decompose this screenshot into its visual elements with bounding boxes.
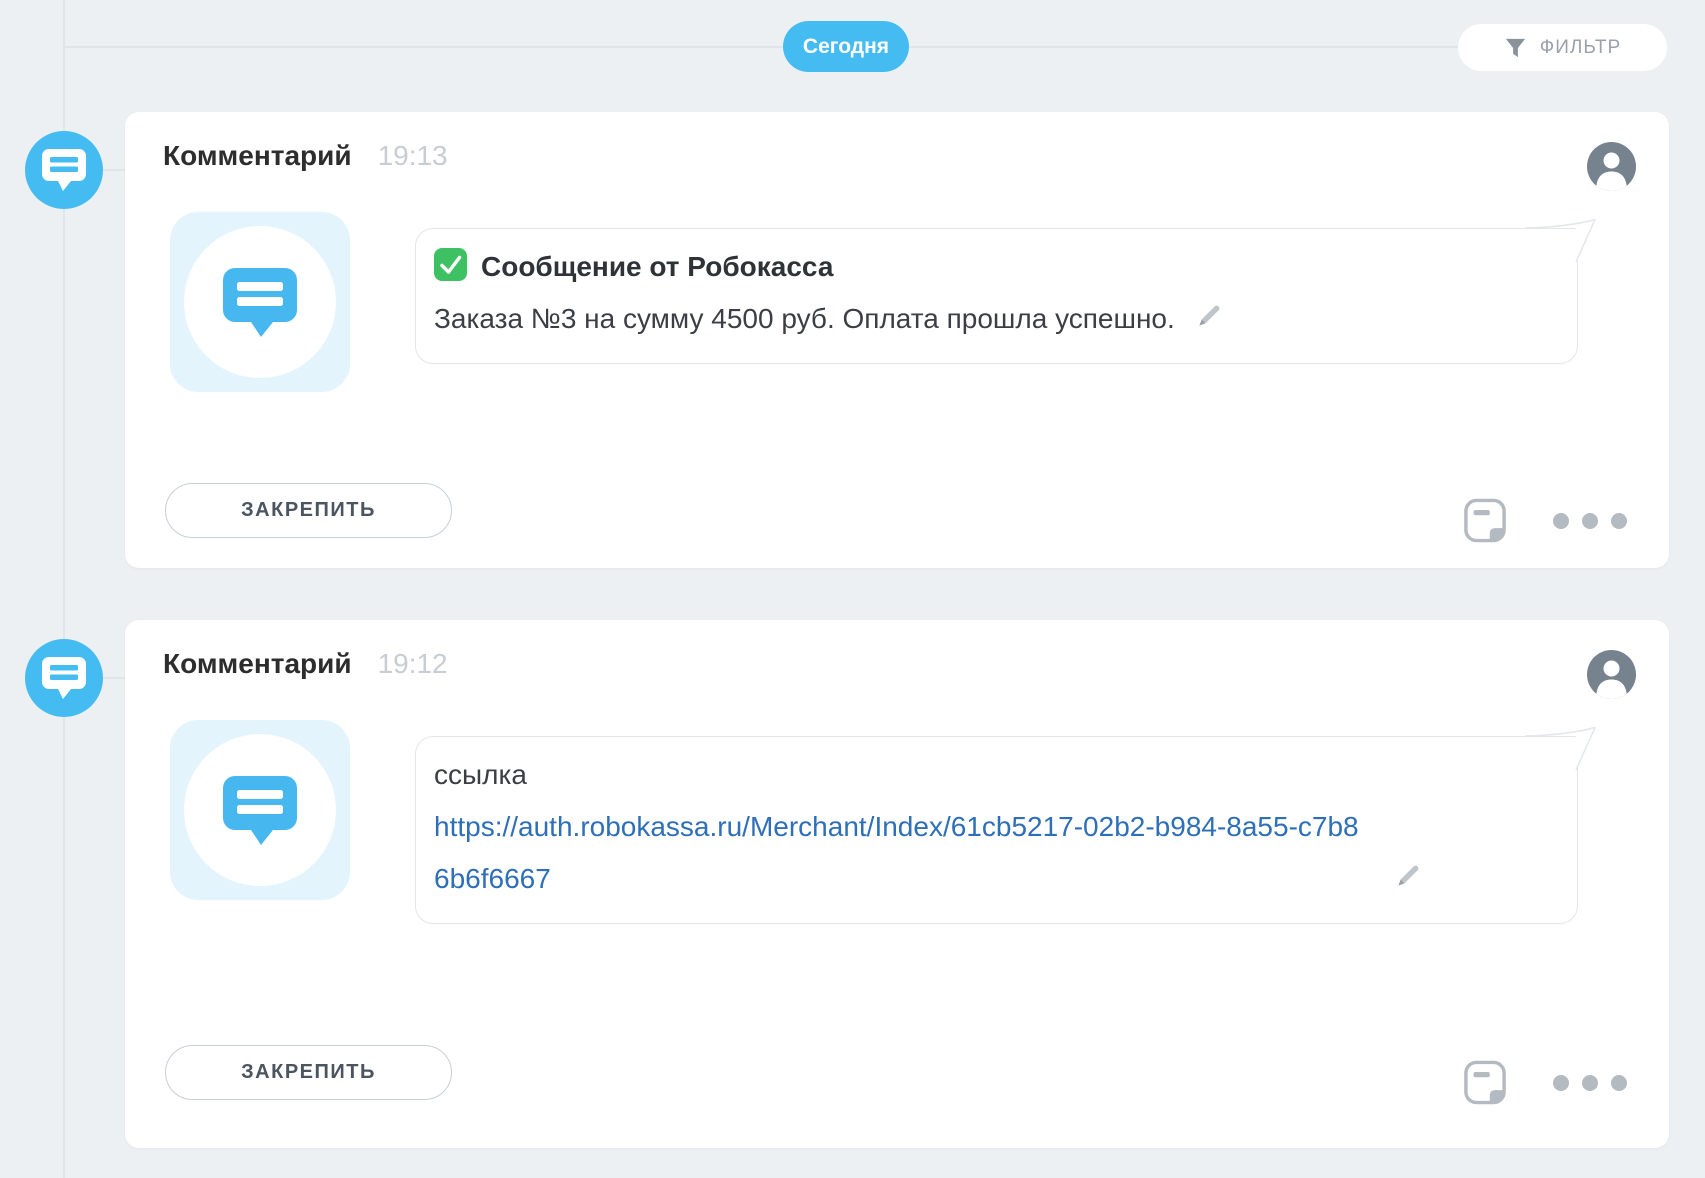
- chat-bubble-icon: [221, 774, 299, 846]
- more-options-icon[interactable]: [1553, 513, 1627, 529]
- comment-card: Комментарий 19:13 Со: [125, 112, 1669, 568]
- card-type-label: Комментарий: [163, 648, 352, 680]
- payment-link[interactable]: https://auth.robokassa.ru/Merchant/Index…: [434, 801, 1374, 905]
- timeline-horizontal-line: [64, 46, 1460, 48]
- message-bubble: Сообщение от Робокасса Заказа №3 на сумм…: [415, 228, 1578, 364]
- timeline-comment-marker: [25, 131, 103, 209]
- timeline-comment-marker: [25, 639, 103, 717]
- message-link-row: https://auth.robokassa.ru/Merchant/Index…: [434, 801, 1517, 907]
- date-separator-badge: Сегодня: [783, 21, 909, 72]
- pin-button[interactable]: ЗАКРЕПИТЬ: [165, 1045, 452, 1100]
- card-timestamp: 19:12: [378, 648, 448, 680]
- comment-type-thumbnail: [170, 212, 350, 392]
- filter-button[interactable]: ФИЛЬТР: [1458, 24, 1667, 71]
- chat-bubble-icon: [41, 656, 87, 700]
- card-header: Комментарий 19:13: [163, 140, 448, 172]
- bubble-tail: [1525, 725, 1597, 775]
- message-bubble: ссылка https://auth.robokassa.ru/Merchan…: [415, 736, 1578, 924]
- edit-pencil-icon[interactable]: [1394, 855, 1421, 907]
- user-avatar-icon: [1587, 142, 1636, 191]
- thumbnail-circle: [184, 734, 336, 886]
- activity-feed: { "timeline": { "date_badge": "Сегодня",…: [0, 0, 1705, 1178]
- pin-button[interactable]: ЗАКРЕПИТЬ: [165, 483, 452, 538]
- card-header: Комментарий 19:12: [163, 648, 448, 680]
- filter-funnel-icon: [1504, 36, 1527, 59]
- card-timestamp: 19:13: [378, 140, 448, 172]
- bubble-tail: [1525, 217, 1597, 267]
- card-type-label: Комментарий: [163, 140, 352, 172]
- message-title-row: Сообщение от Робокасса: [434, 241, 1517, 293]
- checkmark-icon: [434, 248, 467, 281]
- comment-card: Комментарий 19:12 ссылка https://auth.ro: [125, 620, 1669, 1148]
- card-actions: [1464, 498, 1627, 543]
- comment-type-thumbnail: [170, 720, 350, 900]
- message-text: Заказа №3 на сумму 4500 руб. Оплата прош…: [434, 303, 1175, 334]
- user-avatar-icon: [1587, 650, 1636, 699]
- message-text-row: Заказа №3 на сумму 4500 руб. Оплата прош…: [434, 293, 1517, 347]
- message-text: ссылка: [434, 759, 527, 790]
- note-icon[interactable]: [1464, 498, 1506, 543]
- chat-bubble-icon: [41, 148, 87, 192]
- card-actions: [1464, 1060, 1627, 1105]
- more-options-icon[interactable]: [1553, 1075, 1627, 1091]
- chat-bubble-icon: [221, 266, 299, 338]
- note-icon[interactable]: [1464, 1060, 1506, 1105]
- message-text-row: ссылка: [434, 749, 1517, 801]
- edit-pencil-icon[interactable]: [1195, 295, 1222, 347]
- thumbnail-circle: [184, 226, 336, 378]
- message-title: Сообщение от Робокасса: [481, 251, 833, 282]
- filter-label: ФИЛЬТР: [1540, 37, 1621, 59]
